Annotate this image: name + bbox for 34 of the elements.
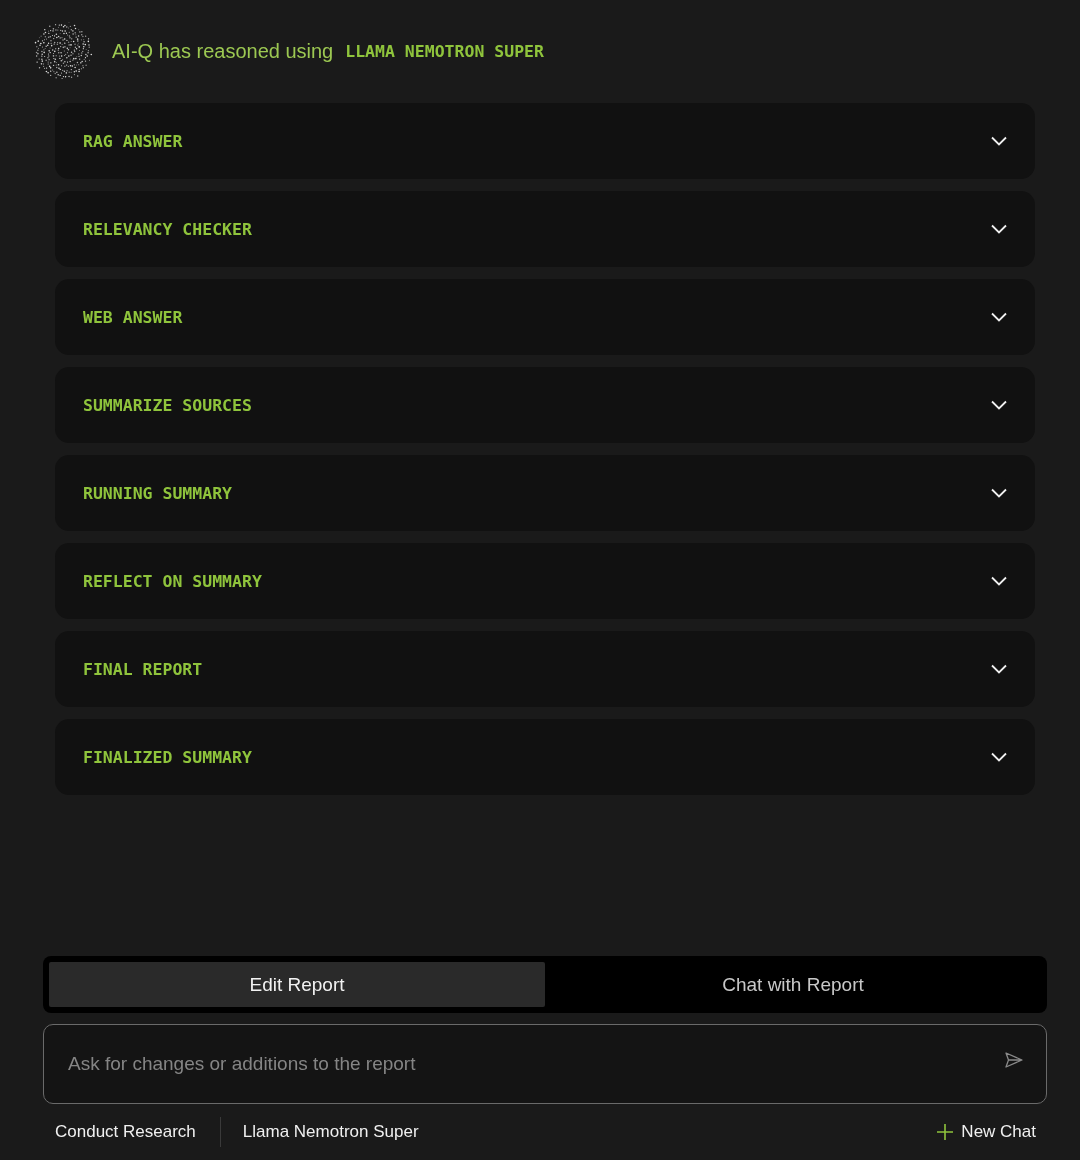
mode-label[interactable]: Conduct Research — [55, 1122, 196, 1142]
chevron-icon — [991, 400, 1007, 410]
accordion-section[interactable]: WEB ANSWER — [55, 279, 1035, 355]
section-title: REFLECT ON SUMMARY — [83, 571, 262, 591]
accordion-section[interactable]: RELEVANCY CHECKER — [55, 191, 1035, 267]
chevron-icon — [991, 576, 1007, 586]
plus-icon — [937, 1124, 954, 1140]
section-title: RELEVANCY CHECKER — [83, 219, 252, 239]
model-name: LLAMA NEMOTRON SUPER — [345, 41, 544, 61]
chevron-icon — [991, 488, 1007, 498]
new-chat-button[interactable]: New Chat — [937, 1122, 1036, 1142]
chevron-icon — [991, 664, 1007, 674]
accordion-section[interactable]: FINALIZED SUMMARY — [55, 719, 1035, 795]
chevron-icon — [991, 136, 1007, 146]
accordion-section[interactable]: RAG ANSWER — [55, 103, 1035, 179]
section-title: RAG ANSWER — [83, 131, 183, 151]
accordion-section[interactable]: FINAL REPORT — [55, 631, 1035, 707]
accordion-section[interactable]: RUNNING SUMMARY — [55, 455, 1035, 531]
accordion-section[interactable]: SUMMARIZE SOURCES — [55, 367, 1035, 443]
section-title: SUMMARIZE SOURCES — [83, 395, 252, 415]
chevron-icon — [991, 752, 1007, 762]
model-label[interactable]: Llama Nemotron Super — [242, 1122, 419, 1142]
chevron-icon — [991, 312, 1007, 322]
message-input-field[interactable]: Ask for changes or additions to the report — [43, 1024, 1047, 1104]
section-title: FINALIZED SUMMARY — [83, 747, 252, 767]
section-title: WEB ANSWER — [83, 307, 183, 327]
reasoning-caption: AI-Q has reasoned using — [112, 39, 334, 63]
tab[interactable]: Chat with Report — [545, 962, 1041, 1007]
tab[interactable]: Edit Report — [49, 962, 545, 1007]
chevron-icon — [991, 224, 1007, 234]
section-title: FINAL REPORT — [83, 659, 203, 679]
section-title: RUNNING SUMMARY — [83, 483, 232, 503]
send-icon[interactable] — [1005, 1052, 1023, 1068]
accordion-section[interactable]: REFLECT ON SUMMARY — [55, 543, 1035, 619]
